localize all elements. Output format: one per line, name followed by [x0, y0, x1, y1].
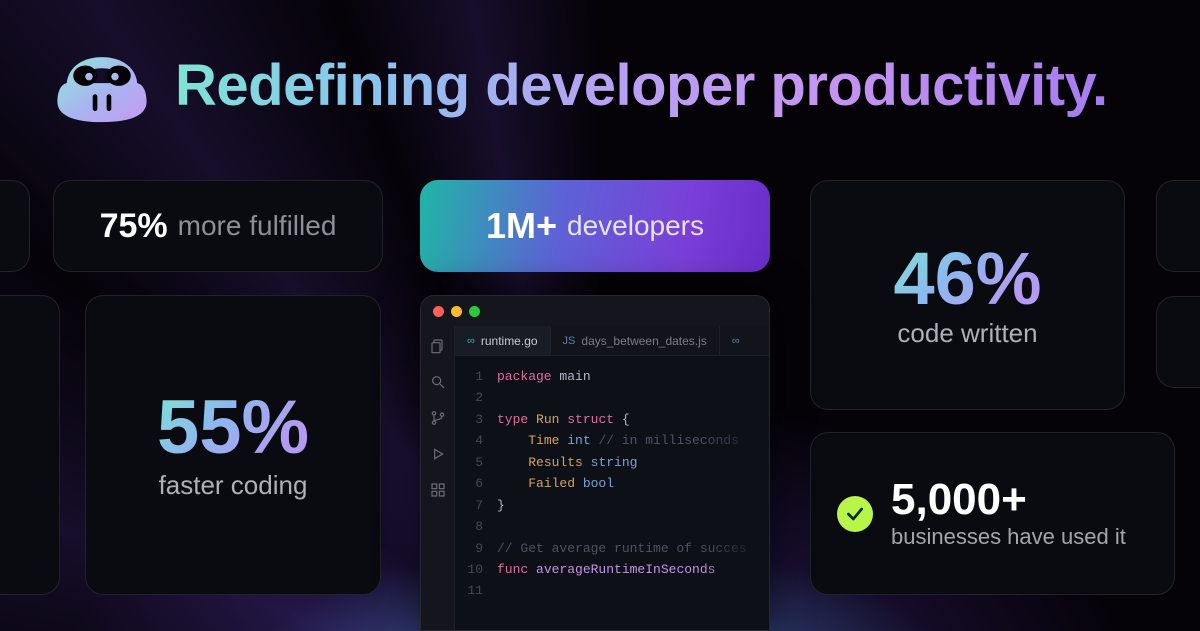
filler-card: [1156, 180, 1200, 272]
stat-label: faster coding: [159, 470, 308, 501]
code-token: type: [497, 409, 528, 430]
code-token: {: [614, 409, 630, 430]
code-token: // in milliseconds: [591, 430, 739, 451]
stat-value: 1M+: [486, 205, 557, 247]
editor-tab-active[interactable]: ∞ runtime.go: [455, 326, 551, 355]
editor-activitybar: [421, 326, 455, 630]
stat-value: 55%: [157, 390, 309, 466]
stat-label: businesses have used it: [891, 524, 1126, 550]
files-icon: [430, 338, 446, 358]
code-token: }: [497, 495, 505, 516]
code-token: package: [497, 366, 552, 387]
code-token: string: [591, 452, 638, 473]
code-token: Run: [528, 409, 567, 430]
page-title: Redefining developer productivity.: [175, 52, 1108, 119]
go-file-icon: ∞: [467, 335, 475, 347]
code-token: averageRuntimeInSeconds: [528, 559, 715, 580]
debug-icon: [430, 446, 446, 466]
extensions-icon: [430, 482, 446, 502]
editor-code: 1package main 2 3type Run struct { 4 Tim…: [455, 356, 769, 630]
stat-value: 75%: [100, 207, 168, 246]
filler-card: [0, 295, 60, 595]
code-token: main: [552, 366, 591, 387]
code-token: struct: [567, 409, 614, 430]
stat-card-faster: 55% faster coding: [85, 295, 381, 595]
js-file-icon: JS: [563, 335, 576, 347]
tab-label: days_between_dates.js: [581, 334, 706, 348]
code-token: Failed: [528, 473, 583, 494]
code-token: [497, 452, 528, 473]
code-token: [497, 430, 528, 451]
editor-tab-inactive[interactable]: JS days_between_dates.js: [551, 326, 720, 355]
stat-card-developers: 1M+ developers: [420, 180, 770, 272]
go-file-icon: ∞: [732, 335, 740, 347]
stat-label: more fulfilled: [178, 210, 337, 242]
search-icon: [430, 374, 446, 394]
window-max-icon: [469, 306, 480, 317]
code-token: bool: [583, 473, 614, 494]
editor-tab-overflow: ∞: [720, 326, 769, 355]
tab-label: runtime.go: [481, 334, 538, 348]
editor-titlebar: [421, 296, 769, 326]
copilot-logo-icon: [55, 46, 149, 124]
stat-card-businesses: 5,000+ businesses have used it: [810, 432, 1175, 595]
stat-value: 5,000+: [891, 477, 1126, 523]
code-token: int: [567, 430, 590, 451]
stat-label: code written: [897, 318, 1037, 349]
code-token: Time: [528, 430, 567, 451]
filler-card: [0, 180, 30, 272]
stat-label: developers: [567, 210, 704, 242]
code-token: // Get average runtime of succes: [497, 538, 747, 559]
window-close-icon: [433, 306, 444, 317]
code-token: Results: [528, 452, 590, 473]
code-token: func: [497, 559, 528, 580]
code-editor: ∞ runtime.go JS days_between_dates.js ∞ …: [420, 295, 770, 631]
editor-tabs: ∞ runtime.go JS days_between_dates.js ∞: [455, 326, 769, 356]
stat-value: 46%: [893, 242, 1041, 316]
stat-card-written: 46% code written: [810, 180, 1125, 410]
code-token: [497, 473, 528, 494]
check-icon: [837, 496, 873, 532]
window-min-icon: [451, 306, 462, 317]
filler-card: [1156, 296, 1200, 388]
page-header: Redefining developer productivity.: [55, 46, 1160, 124]
branch-icon: [430, 410, 446, 430]
stat-card-fulfilled: 75% more fulfilled: [53, 180, 383, 272]
